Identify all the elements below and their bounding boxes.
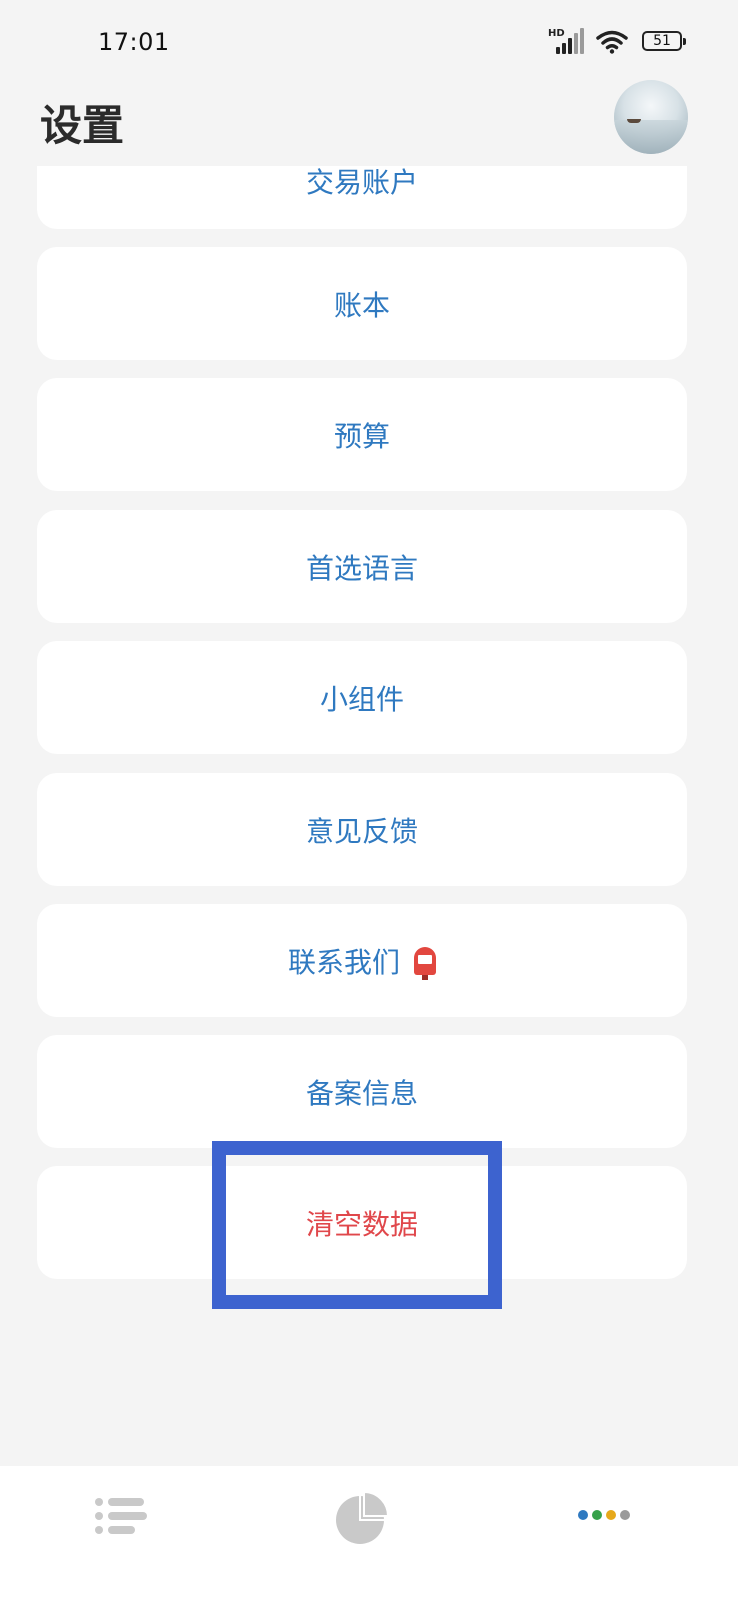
bottom-nav (0, 1466, 738, 1600)
network-type-label: HD (548, 28, 565, 39)
settings-list: 交易账户 账本 预算 首选语言 小组件 意见反馈 联系我们 备案信息 清空数据 (37, 166, 687, 1296)
status-time: 17:01 (98, 28, 170, 56)
settings-item-label: 意见反馈 (305, 814, 418, 848)
settings-item-filing-info[interactable]: 备案信息 (37, 1035, 687, 1148)
status-bar: 17:01 HD 51 (0, 0, 738, 80)
highlight-box (212, 1141, 502, 1309)
settings-item-trading-accounts[interactable]: 交易账户 (37, 166, 687, 229)
list-icon[interactable] (95, 1496, 147, 1536)
settings-item-feedback[interactable]: 意见反馈 (37, 773, 687, 886)
settings-item-label: 备案信息 (305, 1076, 418, 1110)
avatar[interactable] (614, 80, 688, 154)
pie-chart-icon[interactable] (334, 1490, 390, 1546)
signal-icon: HD (548, 28, 586, 56)
settings-item-label: 小组件 (319, 682, 404, 716)
settings-item-label: 交易账户 (305, 166, 418, 199)
settings-item-label: 预算 (333, 419, 390, 453)
settings-item-language[interactable]: 首选语言 (37, 510, 687, 623)
avatar-landscape (614, 120, 688, 154)
wifi-icon (596, 30, 628, 54)
battery-icon: 51 (642, 31, 686, 51)
page-title: 设置 (40, 101, 125, 150)
mailbox-icon (414, 946, 436, 980)
settings-item-budget[interactable]: 预算 (37, 378, 687, 491)
settings-item-label: 账本 (333, 288, 390, 322)
settings-icon[interactable] (578, 1500, 638, 1530)
settings-item-contact-us[interactable]: 联系我们 (37, 904, 687, 1017)
status-icons: HD 51 (536, 28, 686, 58)
avatar-boat (627, 119, 641, 123)
settings-item-label: 联系我们 (287, 945, 400, 979)
settings-item-widgets[interactable]: 小组件 (37, 641, 687, 754)
settings-item-label: 首选语言 (305, 551, 418, 585)
settings-item-ledger[interactable]: 账本 (37, 247, 687, 360)
